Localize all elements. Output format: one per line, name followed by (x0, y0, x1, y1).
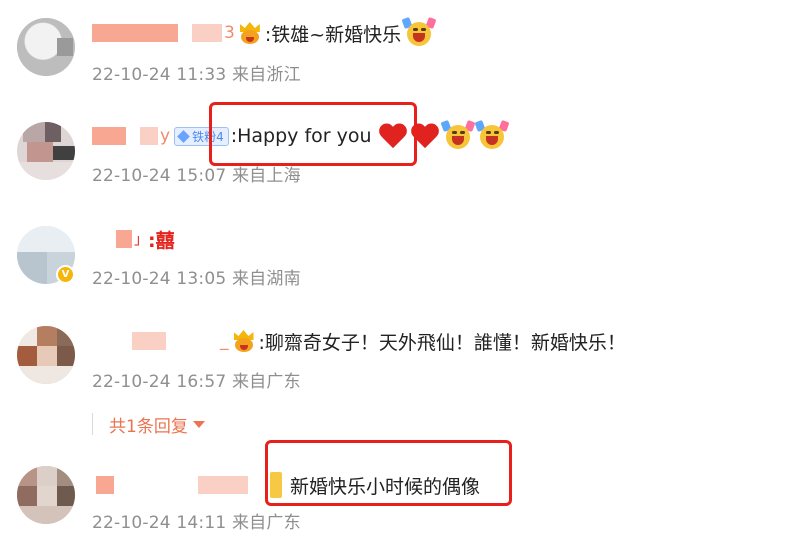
crown-smile-emoji (237, 22, 263, 44)
comment-date: 22-10-24 16:57 (92, 372, 227, 392)
avatar[interactable] (17, 122, 75, 180)
avatar-mosaic (53, 146, 75, 160)
avatar-mosaic (57, 346, 75, 366)
avatar-mosaic (37, 326, 57, 346)
avatar-mosaic (17, 346, 37, 366)
comment-location: 来自湖南 (231, 269, 301, 289)
avatar-mosaic (17, 326, 37, 346)
comment-location: 来自广东 (231, 513, 301, 533)
avatar-mosaic (45, 122, 61, 142)
comment-line: 」 :囍 (92, 224, 175, 254)
comment-location: 来自浙江 (231, 65, 301, 85)
username[interactable]: 3 (224, 23, 235, 43)
username[interactable]: 」 (134, 229, 148, 249)
username-mosaic[interactable] (192, 24, 222, 42)
reply-count[interactable]: 共1条回复 (109, 412, 188, 437)
avatar-mosaic (17, 506, 75, 524)
avatar-mosaic (23, 122, 45, 142)
comment-text: :聊齋奇女子！天外飛仙！誰懂！新婚快乐！ (258, 331, 626, 354)
cheer-emoji (401, 16, 437, 48)
username-mosaic[interactable] (92, 24, 178, 42)
avatar-mosaic (27, 142, 53, 162)
username-mosaic[interactable] (92, 127, 126, 145)
comment-meta: 22-10-24 16:57 来自广东 (92, 367, 301, 392)
avatar[interactable] (17, 18, 75, 76)
avatar-mosaic (17, 366, 75, 384)
diamond-icon (177, 129, 190, 143)
avatar-mosaic (17, 252, 47, 284)
comment-location: 来自广东 (231, 372, 301, 392)
avatar-mosaic (37, 346, 57, 366)
username[interactable]: _ (220, 331, 229, 351)
avatar-mosaic (57, 486, 75, 506)
avatar-mosaic (17, 486, 37, 506)
username[interactable]: y (160, 126, 170, 146)
comment-line: 3 :铁雄~新婚快乐 (92, 16, 437, 48)
avatar-mosaic (17, 466, 37, 486)
avatar-mosaic (17, 162, 75, 180)
cheer-emoji (440, 119, 475, 151)
highlight-box (265, 440, 512, 506)
reply-divider (92, 413, 93, 435)
username-mosaic[interactable] (132, 332, 166, 350)
comment-meta: 22-10-24 11:33 来自浙江 (92, 60, 301, 85)
comment-line: _ :聊齋奇女子！天外飛仙！誰懂！新婚快乐！ (92, 326, 626, 356)
crown-smile-emoji (231, 330, 257, 352)
avatar-mosaic (17, 226, 75, 252)
comment-date: 22-10-24 14:11 (92, 513, 227, 533)
comment-text: :囍 (148, 229, 175, 252)
username-mosaic[interactable] (140, 127, 158, 145)
comment-text: :铁雄~新婚快乐 (264, 23, 402, 46)
avatar-mosaic (57, 466, 75, 486)
comment-date: 22-10-24 15:07 (92, 166, 227, 186)
username-mosaic[interactable] (198, 476, 248, 494)
avatar-mosaic (37, 466, 57, 486)
avatar[interactable] (17, 326, 75, 384)
avatar-mosaic (57, 326, 75, 346)
verified-badge-icon: V (56, 265, 75, 284)
avatar-mosaic (37, 486, 57, 506)
comment-location: 来自上海 (231, 166, 301, 186)
comment-date: 22-10-24 11:33 (92, 65, 227, 85)
comment-date: 22-10-24 13:05 (92, 269, 227, 289)
highlight-box (209, 102, 417, 166)
caret-down-icon[interactable] (192, 420, 205, 428)
avatar[interactable] (17, 466, 75, 524)
reply-toggle[interactable]: 共1条回复 (92, 410, 205, 438)
comment-meta: 22-10-24 14:11 来自广东 (92, 508, 301, 533)
avatar-mosaic (57, 38, 73, 56)
username-mosaic[interactable] (96, 476, 114, 494)
comment-meta: 22-10-24 13:05 来自湖南 (92, 264, 301, 289)
cheer-emoji (474, 119, 509, 151)
username-mosaic[interactable] (116, 230, 132, 248)
